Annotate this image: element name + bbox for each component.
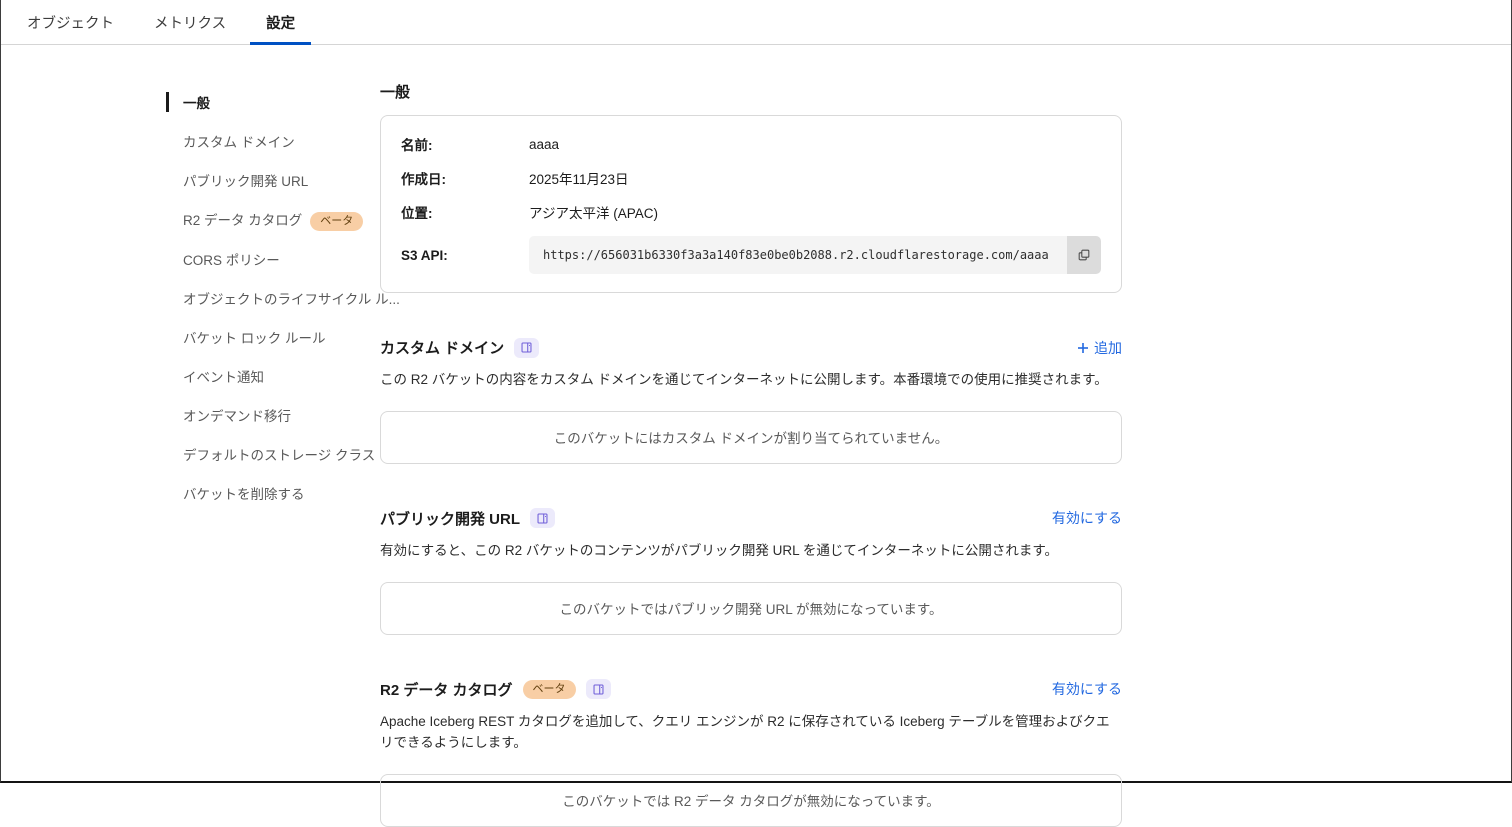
empty-state-text: このバケットでは R2 データ カタログが無効になっています。 xyxy=(562,790,939,810)
public-dev-url-empty-state: このバケットではパブリック開発 URL が無効になっています。 xyxy=(380,582,1122,635)
sidebar-item-label: R2 データ カタログ xyxy=(166,209,302,229)
sidebar-item-label: パブリック開発 URL xyxy=(166,170,308,190)
sidebar-item-label: カスタム ドメイン xyxy=(166,131,295,151)
info-row-s3-api: S3 API: https://656031b6330f3a3a140f83e0… xyxy=(401,229,1101,281)
enable-public-dev-url-button[interactable]: 有効にする xyxy=(1052,508,1122,528)
sidebar-item-default-storage-class[interactable]: デフォルトのストレージ クラス xyxy=(166,435,380,474)
info-row-location: 位置: アジア太平洋 (APAC) xyxy=(401,195,1101,229)
tab-settings[interactable]: 設定 xyxy=(250,0,311,44)
copy-icon xyxy=(1077,248,1091,262)
custom-domain-header: カスタム ドメイン 追加 xyxy=(380,337,1122,358)
add-label: 追加 xyxy=(1094,338,1122,358)
beta-badge: ベータ xyxy=(523,680,576,699)
data-catalog-header: R2 データ カタログ ベータ 有効にする xyxy=(380,679,1122,700)
sidebar-item-label: 一般 xyxy=(166,92,210,112)
general-info-card: 名前: aaaa 作成日: 2025年11月23日 位置: アジア太平洋 (AP… xyxy=(380,115,1122,293)
s3-api-url-field: https://656031b6330f3a3a140f83e0be0b2088… xyxy=(529,236,1067,274)
settings-main: 一般 名前: aaaa 作成日: 2025年11月23日 位置: アジア太平洋 … xyxy=(380,81,1122,827)
empty-state-text: このバケットにはカスタム ドメインが割り当てられていません。 xyxy=(554,427,948,447)
sidebar-item-label: CORS ポリシー xyxy=(166,249,280,269)
sidebar-item-data-catalog[interactable]: R2 データ カタログベータ xyxy=(166,200,380,240)
general-title: 一般 xyxy=(380,81,1122,102)
location-value: アジア太平洋 (APAC) xyxy=(529,202,658,222)
add-custom-domain-button[interactable]: 追加 xyxy=(1077,338,1122,358)
tab-metrics[interactable]: メトリクス xyxy=(138,0,242,44)
data-catalog-empty-state: このバケットでは R2 データ カタログが無効になっています。 xyxy=(380,774,1122,827)
sidebar-item-cors-policy[interactable]: CORS ポリシー xyxy=(166,240,380,279)
info-row-created: 作成日: 2025年11月23日 xyxy=(401,161,1101,195)
docs-link-icon[interactable] xyxy=(514,338,539,358)
sidebar-item-label: デフォルトのストレージ クラス xyxy=(166,444,375,464)
s3-api-label: S3 API: xyxy=(401,248,529,263)
data-catalog-title: R2 データ カタログ xyxy=(380,679,513,700)
sidebar-item-on-demand-migration[interactable]: オンデマンド移行 xyxy=(166,396,380,435)
beta-badge: ベータ xyxy=(310,212,363,231)
custom-domain-description: この R2 バケットの内容をカスタム ドメインを通じてインターネットに公開します… xyxy=(380,370,1122,391)
custom-domain-title: カスタム ドメイン xyxy=(380,337,504,358)
enable-data-catalog-button[interactable]: 有効にする xyxy=(1052,679,1122,699)
location-label: 位置: xyxy=(401,202,529,222)
sidebar-item-delete-bucket[interactable]: バケットを削除する xyxy=(166,474,380,513)
custom-domain-empty-state: このバケットにはカスタム ドメインが割り当てられていません。 xyxy=(380,411,1122,464)
sidebar-item-event-notifications[interactable]: イベント通知 xyxy=(166,357,380,396)
sidebar-item-lifecycle-rules[interactable]: オブジェクトのライフサイクル ル... xyxy=(166,279,380,318)
section-public-dev-url: パブリック開発 URL 有効にする 有効にすると、この R2 バケットのコンテン… xyxy=(380,508,1122,635)
empty-state-text: このバケットではパブリック開発 URL が無効になっています。 xyxy=(560,598,943,618)
bucket-tab-bar: オブジェクト メトリクス 設定 xyxy=(1,0,1511,45)
settings-sidebar: 一般 カスタム ドメイン パブリック開発 URL R2 データ カタログベータ … xyxy=(166,83,380,827)
info-row-name: 名前: aaaa xyxy=(401,127,1101,161)
name-label: 名前: xyxy=(401,134,529,154)
section-custom-domain: カスタム ドメイン 追加 この R xyxy=(380,337,1122,464)
sidebar-item-bucket-lock-rules[interactable]: バケット ロック ルール xyxy=(166,318,380,357)
copy-url-button[interactable] xyxy=(1067,236,1101,274)
sidebar-item-label: オンデマンド移行 xyxy=(166,405,291,425)
tab-objects[interactable]: オブジェクト xyxy=(11,0,130,44)
s3-api-url-group: https://656031b6330f3a3a140f83e0be0b2088… xyxy=(529,236,1101,274)
section-data-catalog: R2 データ カタログ ベータ 有効にする Apache Iceberg RES… xyxy=(380,679,1122,827)
sidebar-item-label: バケットを削除する xyxy=(166,483,305,503)
name-value: aaaa xyxy=(529,137,559,152)
settings-layout: 一般 カスタム ドメイン パブリック開発 URL R2 データ カタログベータ … xyxy=(1,45,1511,827)
public-dev-url-header: パブリック開発 URL 有効にする xyxy=(380,508,1122,529)
docs-link-icon[interactable] xyxy=(530,508,555,528)
created-label: 作成日: xyxy=(401,168,529,188)
docs-link-icon[interactable] xyxy=(586,679,611,699)
section-general: 一般 名前: aaaa 作成日: 2025年11月23日 位置: アジア太平洋 … xyxy=(380,81,1122,293)
sidebar-item-general[interactable]: 一般 xyxy=(166,83,380,122)
public-dev-url-description: 有効にすると、この R2 バケットのコンテンツがパブリック開発 URL を通じて… xyxy=(380,541,1122,562)
sidebar-item-custom-domain[interactable]: カスタム ドメイン xyxy=(166,122,380,161)
plus-icon xyxy=(1077,342,1089,354)
created-value: 2025年11月23日 xyxy=(529,168,629,188)
sidebar-item-label: オブジェクトのライフサイクル ル... xyxy=(166,288,400,308)
data-catalog-description: Apache Iceberg REST カタログを追加して、クエリ エンジンが … xyxy=(380,712,1122,754)
sidebar-item-public-dev-url[interactable]: パブリック開発 URL xyxy=(166,161,380,200)
sidebar-item-label: イベント通知 xyxy=(166,366,264,386)
sidebar-item-label: バケット ロック ルール xyxy=(166,327,326,347)
public-dev-url-title: パブリック開発 URL xyxy=(380,508,520,529)
